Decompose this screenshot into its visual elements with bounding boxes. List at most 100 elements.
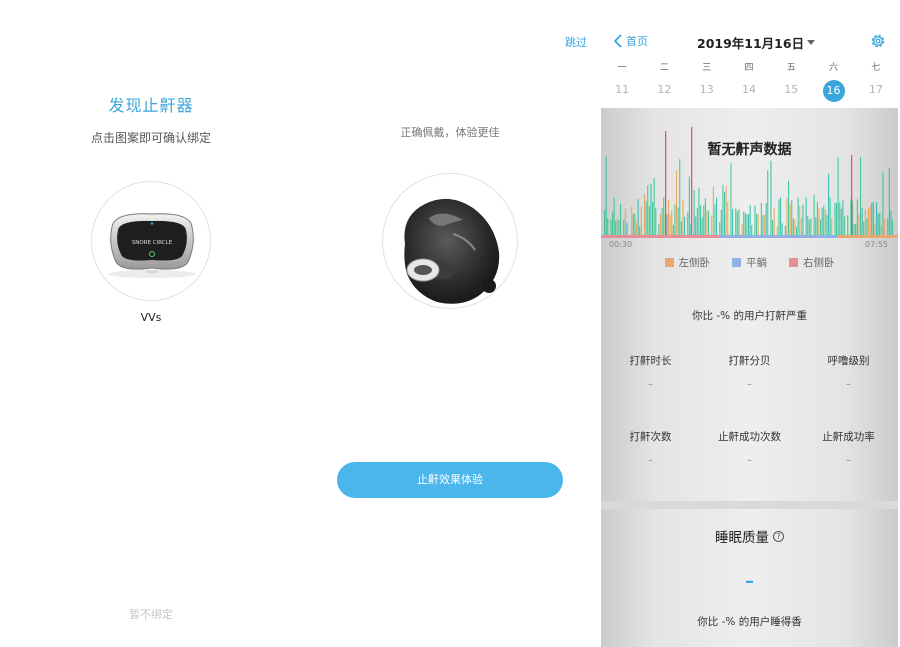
legend-swatch: [664, 258, 674, 267]
snore-bar: [884, 218, 886, 235]
stat-value: –: [747, 455, 752, 466]
snore-bar: [623, 219, 625, 235]
snore-comparison: 你比 -% 的用户打鼾严重: [692, 310, 807, 322]
back-label: 首页: [626, 35, 648, 48]
skip-link[interactable]: 跳过: [565, 34, 587, 50]
snore-bar: [781, 223, 783, 235]
snore-bar: [744, 213, 746, 235]
weekday-name: 一: [617, 63, 627, 73]
day-12[interactable]: 12: [643, 80, 685, 100]
snore-bar: [724, 191, 726, 235]
snore-bar: [864, 209, 866, 235]
snore-bar: [796, 226, 798, 235]
snore-bar: [658, 223, 660, 235]
snore-bar: [805, 197, 807, 235]
snore-bar: [674, 204, 676, 235]
snore-bar: [757, 214, 759, 235]
snore-bar: [631, 206, 633, 235]
snore-bar: [751, 225, 753, 235]
legend-label: 平躺: [746, 257, 767, 269]
snore-bar: [874, 224, 876, 235]
snore-bar: [823, 205, 825, 235]
snore-bar: [719, 222, 721, 235]
day-16-selected[interactable]: 16: [812, 80, 854, 102]
try-effect-button[interactable]: 止鼾效果体验: [337, 462, 563, 498]
help-icon[interactable]: ?: [773, 530, 784, 542]
posture-timeline-segment: [601, 235, 719, 238]
snore-bar: [730, 163, 732, 235]
snore-bar: [650, 183, 652, 235]
device-name: VVs: [140, 311, 162, 324]
settings-button[interactable]: [869, 32, 887, 54]
snore-bar: [682, 199, 684, 235]
snore-bar: [840, 208, 842, 235]
sleep-quality-title: 睡眠质量 ?: [601, 526, 898, 546]
back-button[interactable]: 首页: [613, 33, 648, 49]
day-13[interactable]: 13: [686, 80, 728, 100]
snore-bar: [815, 217, 817, 235]
stat-value: –: [846, 379, 851, 390]
skip-bind-link[interactable]: 暂不绑定: [0, 606, 302, 622]
snore-bar: [868, 207, 870, 235]
snore-bar: [607, 218, 609, 235]
wearing-illustration: [382, 173, 518, 309]
snore-bar: [716, 197, 718, 235]
day-14[interactable]: 14: [728, 80, 770, 100]
snore-bar: [749, 205, 751, 235]
legend-right-side: 右侧卧: [789, 255, 835, 270]
day-15[interactable]: 15: [770, 80, 812, 100]
snore-bar: [770, 160, 772, 235]
snore-bar: [807, 215, 809, 235]
date-label: 2019年11月16日: [697, 36, 805, 51]
snore-bar: [711, 215, 713, 235]
date-selector[interactable]: 2019年11月16日: [697, 33, 816, 52]
page-subtitle: 点击图案即可确认绑定: [90, 131, 211, 145]
weekday-name: 四: [744, 63, 754, 73]
snore-bar: [671, 210, 673, 235]
snore-bar: [892, 219, 894, 235]
snore-bar: [616, 218, 618, 235]
snore-bar: [836, 202, 838, 235]
stats-row: 打鼾时长 – 打鼾分贝 – 呼噜级别 –: [601, 353, 898, 429]
day-11[interactable]: 11: [601, 80, 643, 100]
snore-bar: [837, 157, 839, 235]
snore-bar: [797, 197, 799, 235]
snore-bar: [720, 209, 722, 235]
snore-bar: [680, 221, 682, 235]
day-17[interactable]: 17: [855, 80, 897, 100]
snore-bar: [858, 214, 860, 235]
snore-bar: [839, 202, 841, 235]
snore-bar: [760, 203, 762, 235]
snore-bar: [700, 205, 702, 235]
snore-bar: [624, 208, 626, 235]
stat-snore-duration: 打鼾时长 –: [601, 353, 700, 429]
device-image-button[interactable]: SNORE CIRCLE: [91, 181, 211, 301]
snore-bar: [808, 219, 810, 235]
snore-bar: [741, 223, 743, 235]
snore-bar: [765, 203, 767, 235]
stat-snore-count: 打鼾次数 –: [601, 429, 700, 505]
snore-bar: [863, 221, 865, 235]
snore-bar: [831, 218, 833, 235]
sleep-comparison: 你比 -% 的用户睡得香: [697, 616, 802, 628]
snore-bar: [813, 195, 815, 235]
snore-bar: [871, 203, 873, 235]
week-day-picker: 11 12 13 14 15 16 17: [601, 80, 897, 102]
snore-bar: [853, 224, 855, 235]
snore-peak-bar: [851, 155, 853, 235]
weekday-name: 二: [659, 63, 669, 73]
selected-day-label: 16: [822, 80, 845, 102]
snore-bar: [860, 157, 862, 235]
snore-bar: [688, 176, 690, 235]
snore-bar: [767, 170, 769, 235]
snore-bar: [626, 222, 628, 235]
snore-bar: [672, 224, 674, 235]
weekday-name: 六: [829, 63, 839, 73]
snore-bar: [618, 220, 620, 235]
snore-bar: [632, 213, 634, 235]
snore-bar: [762, 215, 764, 235]
snore-bar: [732, 209, 734, 235]
snore-bar: [826, 215, 828, 235]
snore-bar: [613, 197, 615, 235]
stat-value: –: [648, 455, 653, 466]
